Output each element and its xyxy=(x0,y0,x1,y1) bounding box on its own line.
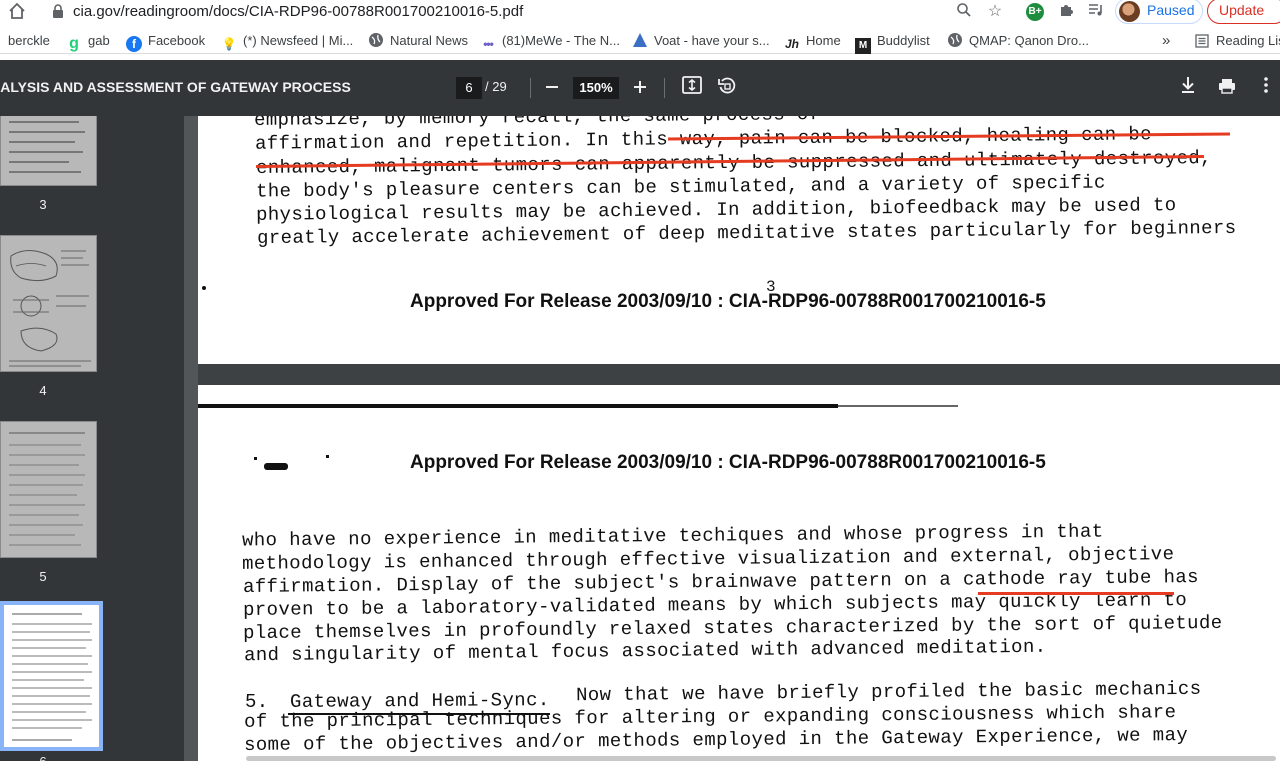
fit-to-page-icon[interactable] xyxy=(680,76,704,100)
bookmark-home[interactable]: Jh Home xyxy=(784,32,841,51)
page-thumbnail-6-selected[interactable] xyxy=(0,601,103,751)
pdf-page: emphasize, by memory recall, the same pr… xyxy=(198,116,1280,364)
bookmark-buddylist[interactable]: M Buddylist xyxy=(855,32,930,54)
rotate-icon[interactable] xyxy=(715,76,739,100)
thumbnail-number: 4 xyxy=(39,383,47,398)
horizontal-scrollbar[interactable] xyxy=(246,756,1276,761)
zoom-out-icon[interactable] xyxy=(540,76,564,100)
bookmark-label: (81)MeWe - The N... xyxy=(502,33,620,48)
bookmark-star-icon[interactable]: ☆ xyxy=(985,2,1005,22)
buddylist-icon: M xyxy=(855,38,871,54)
thumbnail-number: 5 xyxy=(39,569,47,584)
more-bookmarks-icon[interactable]: » xyxy=(1162,32,1170,50)
mewe-icon: ••• xyxy=(483,37,494,51)
thumbnail-number: 6 xyxy=(0,754,86,761)
bookmark-label: (*) Newsfeed | Mi... xyxy=(243,33,354,48)
pdf-page: Approved For Release 2003/09/10 : CIA-RD… xyxy=(198,385,1280,761)
more-options-icon[interactable] xyxy=(1254,76,1278,100)
scan-speck xyxy=(264,463,288,470)
voat-icon xyxy=(632,32,648,48)
pdf-toolbar: ANALYSIS AND ASSESSMENT OF GATEWAY PROCE… xyxy=(0,60,1280,116)
bookmark-label: Buddylist xyxy=(877,33,930,48)
reading-list-icon xyxy=(1194,34,1210,50)
bookmarks-bar: berckle g gab f Facebook 💡 (*) Newsfeed | M… xyxy=(0,28,1280,54)
print-icon[interactable] xyxy=(1215,76,1239,100)
jh-icon: Jh xyxy=(784,37,799,51)
url-field[interactable]: cia.gov/readingroom/docs/CIA-RDP96-00788… xyxy=(73,2,523,22)
scan-speck xyxy=(202,286,206,290)
extensions-puzzle-icon[interactable] xyxy=(1056,2,1076,22)
zoom-level-input[interactable]: 150% xyxy=(573,77,619,99)
bookmark-reading-list[interactable]: Reading List xyxy=(1194,32,1280,50)
globe-icon xyxy=(947,32,963,48)
address-bar: cia.gov/readingroom/docs/CIA-RDP96-00788… xyxy=(0,0,1280,24)
lock-icon[interactable] xyxy=(52,4,64,18)
update-button[interactable]: Update xyxy=(1207,0,1280,24)
bookmark-mewe[interactable]: ••• (81)MeWe - The N... xyxy=(480,32,620,51)
bookmark-label: Natural News xyxy=(390,33,469,48)
release-footer: Approved For Release 2003/09/10 : CIA-RD… xyxy=(410,291,1046,312)
toolbar-divider xyxy=(530,78,531,98)
red-underline-annotation xyxy=(978,592,1174,595)
home-icon[interactable] xyxy=(8,2,28,22)
page-thumbnail-5[interactable] xyxy=(0,421,97,558)
profile-button[interactable]: Paused xyxy=(1115,0,1203,24)
bookmark-label: Voat - have your s... xyxy=(654,33,770,48)
thumbnail-number: 3 xyxy=(39,197,47,212)
bookmark-voat[interactable]: Voat - have your s... xyxy=(632,32,770,50)
media-control-icon[interactable] xyxy=(1086,2,1106,22)
profile-status: Paused xyxy=(1147,2,1195,18)
bookmark-facebook[interactable]: f Facebook xyxy=(126,32,206,52)
update-label: Update xyxy=(1219,2,1265,18)
bookmark-gab[interactable]: g gab xyxy=(66,32,110,52)
page-gap xyxy=(198,364,1280,385)
lightbulb-icon: 💡 xyxy=(221,37,237,51)
document-title: ANALYSIS AND ASSESSMENT OF GATEWAY PROCE… xyxy=(0,79,351,95)
avatar xyxy=(1119,1,1140,22)
document-viewer: emphasize, by memory recall, the same pr… xyxy=(184,116,1280,761)
zoom-in-icon[interactable] xyxy=(628,76,652,100)
page-total: / 29 xyxy=(485,79,507,94)
bookmark-natural-news[interactable]: Natural News xyxy=(368,32,468,50)
bookmark-label: Facebook xyxy=(148,33,206,48)
bookmark-berckle[interactable]: berckle xyxy=(8,32,50,50)
bookmark-label: QMAP: Qanon Dro... xyxy=(969,33,1089,48)
bookmark-qmap[interactable]: QMAP: Qanon Dro... xyxy=(947,32,1089,50)
page-thumbnail-3[interactable] xyxy=(0,116,97,186)
toolbar-divider xyxy=(664,78,665,98)
extension-badge[interactable]: B+ xyxy=(1026,3,1044,21)
bookmark-label: Reading List xyxy=(1216,33,1280,48)
bookmark-label: berckle xyxy=(8,33,50,48)
zoom-icon[interactable] xyxy=(954,2,974,22)
gab-icon: g xyxy=(69,35,79,52)
page-number-input[interactable]: 6 xyxy=(456,77,482,99)
thumbnail-sidebar: 3 4 5 xyxy=(0,116,184,761)
scan-edge-line xyxy=(198,404,838,408)
diagram-sketch-icon xyxy=(9,250,91,367)
release-header: Approved For Release 2003/09/10 : CIA-RD… xyxy=(410,452,1046,473)
download-icon[interactable] xyxy=(1176,76,1200,100)
globe-icon xyxy=(368,32,384,48)
bookmark-label: gab xyxy=(88,33,110,48)
facebook-icon: f xyxy=(126,36,142,52)
bookmark-newsfeed[interactable]: 💡 (*) Newsfeed | Mi... xyxy=(221,32,354,51)
page-thumbnail-4[interactable] xyxy=(0,235,97,372)
bookmark-label: Home xyxy=(806,33,841,48)
